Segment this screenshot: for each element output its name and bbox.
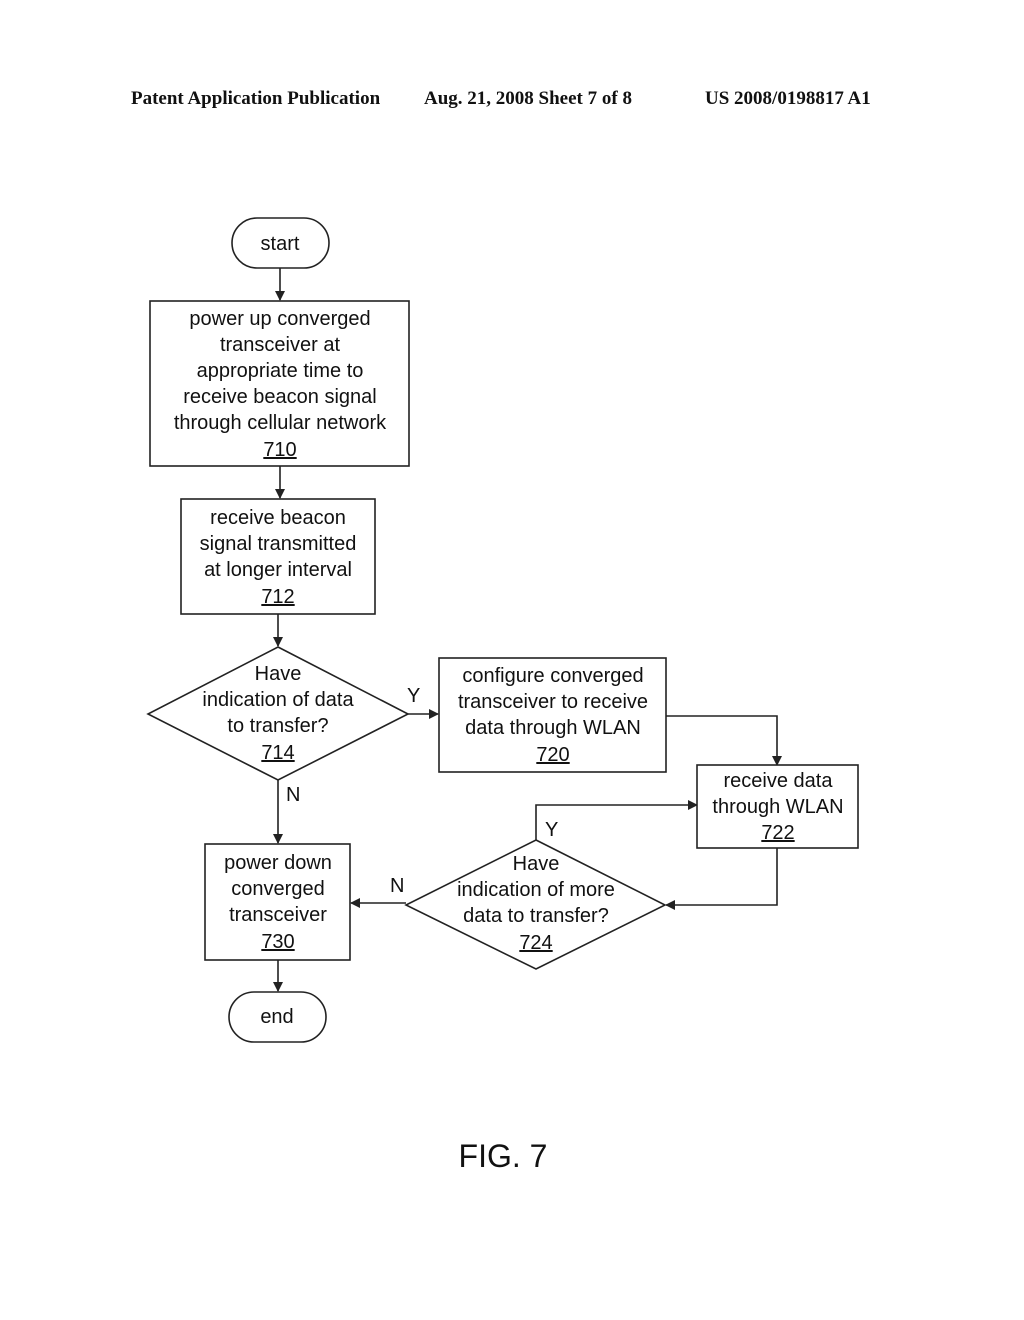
process-730-line: power down [224, 852, 332, 874]
decision-714-ref: 714 [261, 742, 294, 764]
end-terminal: end [228, 991, 327, 1043]
decision-714-yes-label: Y [407, 685, 420, 707]
flowchart: start power up converged transceiver at … [146, 217, 859, 1174]
decision-724-line: data to transfer? [463, 905, 609, 927]
decision-714-line: to transfer? [227, 715, 328, 737]
process-712-line: receive beacon [210, 507, 346, 529]
process-722-line: through WLAN [712, 796, 843, 818]
process-712-line: at longer interval [204, 559, 352, 581]
start-terminal: start [231, 217, 330, 269]
process-730: power down converged transceiver 730 [204, 843, 351, 961]
process-722: receive data through WLAN 722 [696, 764, 859, 849]
edge-724-722-yes [535, 800, 698, 840]
decision-724-yes-label: Y [545, 819, 558, 841]
process-710-line: receive beacon signal [183, 386, 376, 408]
decision-724-line: Have [513, 853, 560, 875]
process-730-line: transceiver [229, 904, 327, 926]
start-label: start [261, 233, 300, 255]
process-710-line: through cellular network [174, 412, 387, 434]
process-710-ref: 710 [263, 439, 296, 461]
edge-720-722 [666, 715, 782, 766]
process-720-line: data through WLAN [465, 717, 641, 739]
process-720-line: transceiver to receive [458, 691, 648, 713]
process-720-ref: 720 [536, 744, 569, 766]
edge-722-724 [665, 848, 778, 910]
process-720-line: configure converged [462, 665, 643, 687]
process-722-line: receive data [724, 770, 834, 792]
process-712: receive beacon signal transmitted at lon… [180, 498, 376, 615]
process-720: configure converged transceiver to recei… [438, 657, 667, 773]
process-730-ref: 730 [261, 931, 294, 953]
decision-714-no-label: N [286, 784, 300, 806]
decision-714-line: indication of data [202, 689, 354, 711]
process-710-line: power up converged [189, 308, 370, 330]
process-712-line: signal transmitted [200, 533, 357, 555]
decision-724-ref: 724 [519, 932, 552, 954]
decision-724-line: indication of more [457, 879, 615, 901]
process-710-line: transceiver at [220, 334, 340, 356]
decision-724: Have indication of more data to transfer… [404, 839, 667, 970]
process-712-ref: 712 [261, 586, 294, 608]
decision-714: Have indication of data to transfer? 714 [146, 646, 410, 781]
figure-label: FIG. 7 [459, 1138, 548, 1174]
decision-714-line: Have [255, 663, 302, 685]
process-722-ref: 722 [761, 822, 794, 844]
process-710-line: appropriate time to [197, 360, 364, 382]
end-label: end [260, 1006, 293, 1028]
decision-724-no-label: N [390, 875, 404, 897]
process-710: power up converged transceiver at approp… [149, 300, 410, 467]
process-730-line: converged [231, 878, 324, 900]
